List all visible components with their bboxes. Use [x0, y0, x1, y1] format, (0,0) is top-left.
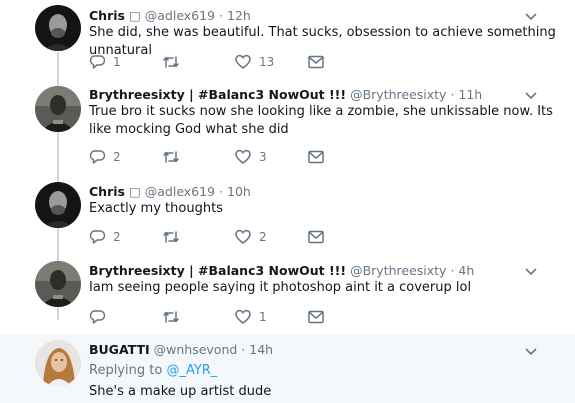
chevron-down-icon[interactable]	[524, 91, 538, 101]
tweet-3[interactable]: Chris □ @adlex619 · 10h Exactly my thoug…	[0, 176, 575, 256]
like-count: 2	[259, 230, 267, 244]
avatar[interactable]	[35, 261, 81, 307]
direct-message-button[interactable]	[308, 52, 324, 72]
timestamp[interactable]: 10h	[227, 184, 251, 199]
tweet-header: Chris □ @adlex619 · 12h	[89, 8, 251, 23]
tweet-2[interactable]: Brythreesixty | #Balanc3 NowOut !!! @Bry…	[0, 78, 575, 176]
like-button[interactable]: 13	[235, 52, 274, 72]
verified-badge-glyph: □	[128, 8, 141, 23]
display-name[interactable]: Chris	[89, 8, 125, 23]
user-handle[interactable]: @wnhsevond	[154, 342, 238, 357]
reply-button[interactable]: 1	[89, 52, 121, 72]
envelope-icon	[308, 55, 324, 69]
tweet-1[interactable]: Chris □ @adlex619 · 12h She did, she was…	[0, 0, 575, 78]
user-handle[interactable]: @adlex619	[145, 8, 215, 23]
like-count: 3	[259, 150, 267, 164]
tweet-text: Exactly my thoughts	[89, 201, 223, 216]
like-count: 13	[259, 55, 275, 69]
reply-count: 2	[113, 230, 121, 244]
reply-button[interactable]: 2	[89, 227, 121, 247]
display-name[interactable]: Chris	[89, 184, 125, 199]
reply-button[interactable]	[89, 307, 113, 327]
tweet-text: True bro it sucks now she looking like a…	[89, 104, 553, 137]
heart-icon	[235, 229, 251, 244]
user-handle[interactable]: @Brythreesixty	[350, 263, 446, 278]
chevron-down-icon[interactable]	[524, 347, 538, 357]
avatar[interactable]	[35, 182, 81, 228]
display-name[interactable]: Brythreesixty | #Balanc3 NowOut !!!	[89, 263, 346, 278]
user-handle[interactable]: @Brythreesixty	[350, 87, 446, 102]
timestamp[interactable]: 14h	[249, 342, 273, 357]
verified-badge-glyph: □	[128, 184, 141, 199]
replying-to-link[interactable]: @_AYR_	[166, 363, 217, 378]
heart-icon	[235, 54, 251, 69]
retweet-icon	[163, 151, 179, 163]
tweet-4[interactable]: Brythreesixty | #Balanc3 NowOut !!! @Bry…	[0, 256, 575, 334]
timestamp[interactable]: 11h	[458, 87, 482, 102]
heart-icon	[235, 149, 251, 164]
tweet-text: She's a make up artist dude	[89, 384, 272, 399]
chevron-down-icon[interactable]	[524, 12, 538, 22]
tweet-5[interactable]: BUGATTI @wnhsevond · 14h Replying to @_A…	[0, 334, 575, 403]
separator-dot: ·	[450, 87, 455, 102]
timestamp[interactable]: 4h	[458, 263, 474, 278]
retweet-button[interactable]	[162, 227, 188, 247]
retweet-button[interactable]	[162, 147, 188, 167]
retweet-button[interactable]	[162, 52, 188, 72]
speech-bubble-icon	[89, 230, 105, 244]
direct-message-button[interactable]	[308, 227, 324, 247]
avatar[interactable]	[35, 86, 81, 132]
retweet-button[interactable]	[162, 307, 188, 327]
separator-dot: ·	[450, 263, 455, 278]
timestamp[interactable]: 12h	[227, 8, 251, 23]
display-name[interactable]: BUGATTI	[89, 342, 150, 357]
like-button[interactable]: 1	[235, 307, 267, 327]
tweet-header: BUGATTI @wnhsevond · 14h	[89, 342, 273, 357]
display-name[interactable]: Brythreesixty | #Balanc3 NowOut !!!	[89, 87, 346, 102]
direct-message-button[interactable]	[308, 147, 324, 167]
tweet-text: She did, she was beautiful. That sucks, …	[89, 25, 556, 58]
like-button[interactable]: 2	[235, 227, 267, 247]
reply-count: 2	[113, 150, 121, 164]
tweet-header: Brythreesixty | #Balanc3 NowOut !!! @Bry…	[89, 263, 474, 278]
speech-bubble-icon	[89, 150, 105, 164]
envelope-icon	[308, 230, 324, 244]
retweet-icon	[163, 311, 179, 323]
reply-count: 1	[113, 55, 121, 69]
like-count: 1	[259, 310, 267, 324]
reply-button[interactable]: 2	[89, 147, 121, 167]
chevron-down-icon[interactable]	[524, 267, 538, 277]
avatar[interactable]	[35, 340, 81, 386]
tweet-header: Brythreesixty | #Balanc3 NowOut !!! @Bry…	[89, 87, 482, 102]
replying-to-line: Replying to @_AYR_	[89, 363, 217, 378]
separator-dot: ·	[219, 184, 224, 199]
heart-icon	[235, 309, 251, 324]
speech-bubble-icon	[89, 55, 105, 69]
tweet-header: Chris □ @adlex619 · 10h	[89, 184, 251, 199]
replying-to-prefix: Replying to	[89, 363, 167, 378]
like-button[interactable]: 3	[235, 147, 267, 167]
retweet-icon	[163, 231, 179, 243]
envelope-icon	[308, 310, 324, 324]
speech-bubble-icon	[89, 310, 105, 324]
retweet-icon	[163, 56, 179, 68]
avatar[interactable]	[35, 5, 81, 51]
separator-dot: ·	[219, 8, 224, 23]
user-handle[interactable]: @adlex619	[145, 184, 215, 199]
envelope-icon	[308, 150, 324, 164]
tweet-text: Iam seeing people saying it photoshop ai…	[89, 280, 472, 295]
separator-dot: ·	[241, 342, 246, 357]
direct-message-button[interactable]	[308, 307, 324, 327]
